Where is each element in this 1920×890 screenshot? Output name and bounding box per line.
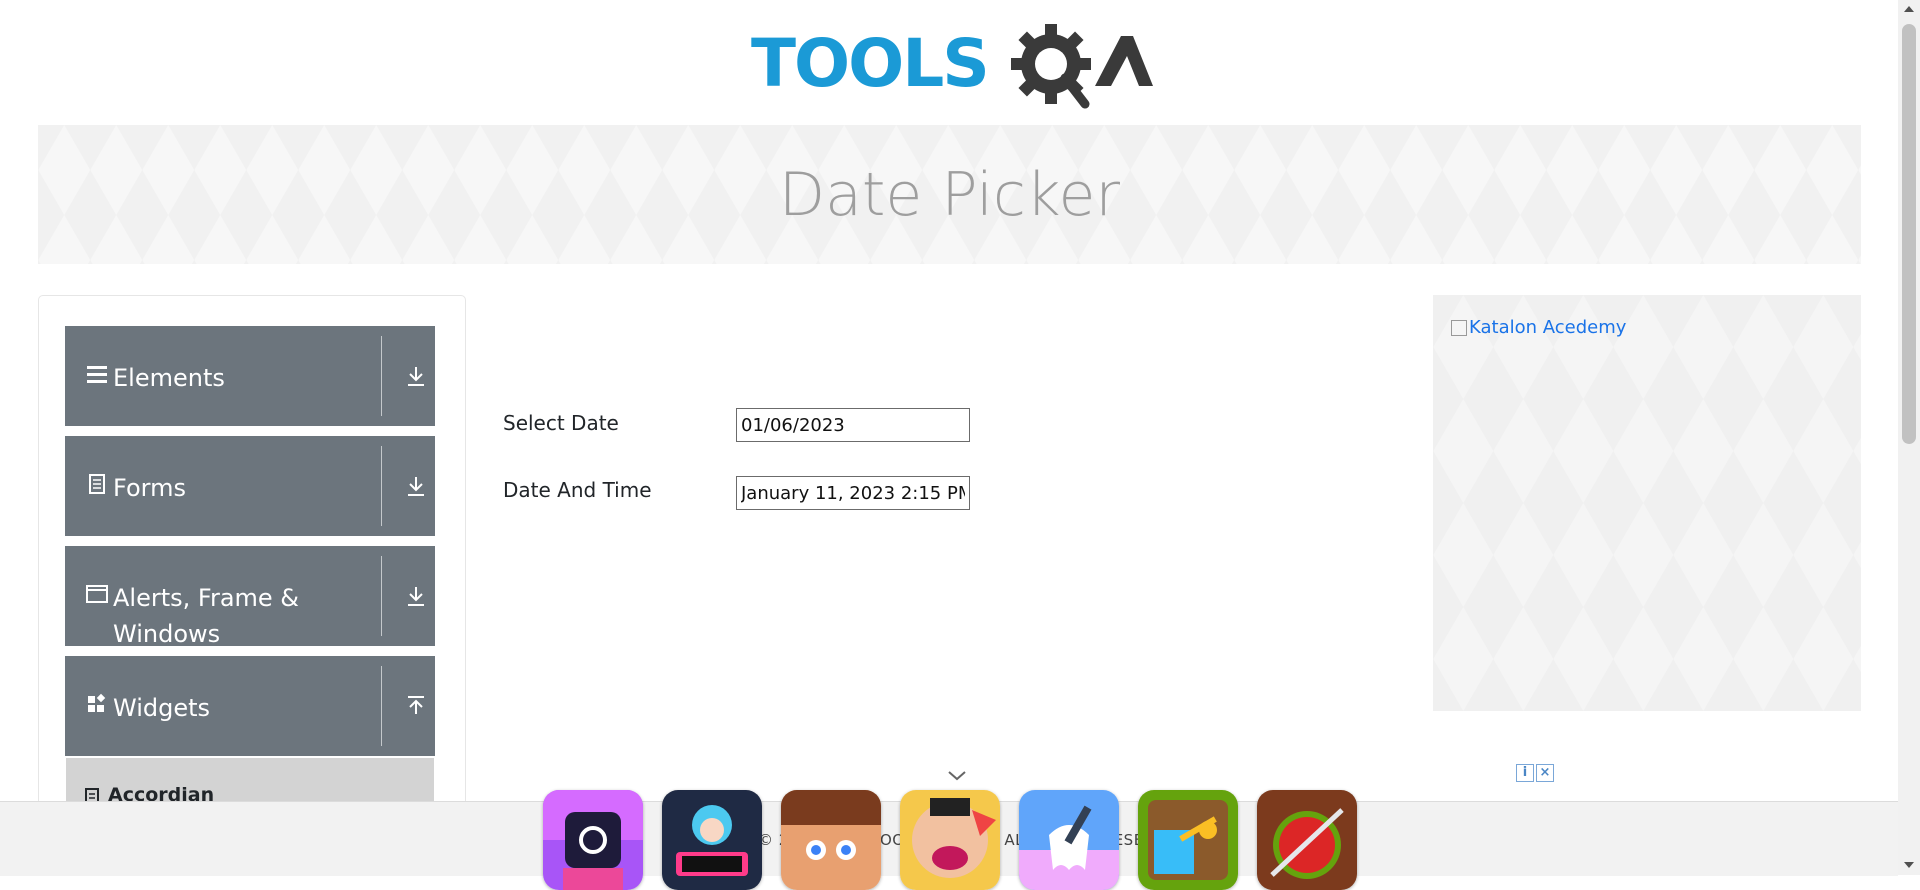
nav-divider bbox=[381, 336, 382, 416]
download-arrow-icon[interactable] bbox=[405, 364, 427, 388]
upload-arrow-icon[interactable] bbox=[405, 694, 427, 718]
download-arrow-icon[interactable] bbox=[405, 474, 427, 498]
nav-group-alerts-frame-windows[interactable]: Alerts, Frame & Windows bbox=[65, 546, 435, 648]
fruit-ninja-icon bbox=[1257, 790, 1357, 890]
ad-close-icon[interactable]: × bbox=[1536, 764, 1554, 782]
logo-graphic: TOOLS bbox=[751, 24, 1153, 109]
select-date-input[interactable] bbox=[736, 408, 970, 442]
nav-divider bbox=[381, 666, 382, 746]
ad-info-icon[interactable]: i bbox=[1516, 764, 1534, 782]
funkin-game-icon bbox=[662, 790, 762, 890]
ad-app-tile[interactable] bbox=[900, 790, 1000, 890]
date-and-time-label: Date And Time bbox=[503, 478, 652, 502]
ad-app-tile[interactable] bbox=[781, 790, 881, 890]
nav-group-label: Alerts, Frame & Windows bbox=[113, 584, 300, 648]
document-icon bbox=[89, 474, 105, 494]
mouth-game-icon bbox=[900, 790, 1000, 890]
nav-group-label: Elements bbox=[113, 364, 225, 392]
ad-controls: i × bbox=[1516, 764, 1556, 784]
ad-app-tile[interactable] bbox=[1019, 790, 1119, 890]
nav-group-forms[interactable]: Forms bbox=[65, 436, 435, 536]
nav-group-elements[interactable]: Elements bbox=[65, 326, 435, 426]
svg-text:TOOLS: TOOLS bbox=[751, 25, 988, 102]
scroll-up-arrow-icon[interactable] bbox=[1904, 6, 1914, 12]
dentist-game-icon bbox=[1019, 790, 1119, 890]
pin-puzzle-game-icon bbox=[1138, 790, 1238, 890]
widgets-icon bbox=[88, 693, 106, 712]
page-scrollbar[interactable] bbox=[1898, 0, 1920, 875]
nav-group-label: Forms bbox=[113, 474, 186, 502]
ad-image-alt-text: Katalon Acedemy bbox=[1469, 317, 1627, 338]
scroll-down-arrow-icon[interactable] bbox=[1904, 862, 1914, 868]
ad-app-tile[interactable] bbox=[662, 790, 762, 890]
page-title: Date Picker bbox=[778, 159, 1121, 230]
select-date-label: Select Date bbox=[503, 411, 619, 435]
chevron-down-icon[interactable] bbox=[945, 768, 969, 782]
nav-group-widgets[interactable]: Widgets bbox=[65, 656, 435, 756]
scrollbar-thumb[interactable] bbox=[1902, 24, 1916, 444]
ad-app-tile[interactable] bbox=[1138, 790, 1238, 890]
makeover-game-icon bbox=[781, 790, 881, 890]
ad-sidebar: Katalon Acedemy bbox=[1433, 295, 1861, 711]
katalon-ad-link[interactable]: Katalon Acedemy bbox=[1451, 317, 1626, 338]
nav-group-label: Widgets bbox=[113, 694, 211, 722]
date-and-time-input[interactable] bbox=[736, 476, 970, 510]
toolsqa-logo[interactable]: TOOLS bbox=[749, 18, 1153, 114]
broken-image-icon bbox=[1451, 319, 1467, 336]
nav-divider bbox=[381, 446, 382, 526]
page-banner: Date Picker bbox=[38, 125, 1861, 264]
window-icon bbox=[86, 585, 108, 603]
download-arrow-icon[interactable] bbox=[405, 584, 427, 608]
ad-app-tile[interactable] bbox=[1257, 790, 1357, 890]
ad-app-tile[interactable] bbox=[543, 790, 643, 890]
game-ad-bar bbox=[543, 768, 1357, 890]
squid-game-icon bbox=[543, 790, 643, 890]
nav-divider bbox=[381, 556, 382, 636]
hamburger-icon bbox=[87, 366, 107, 383]
